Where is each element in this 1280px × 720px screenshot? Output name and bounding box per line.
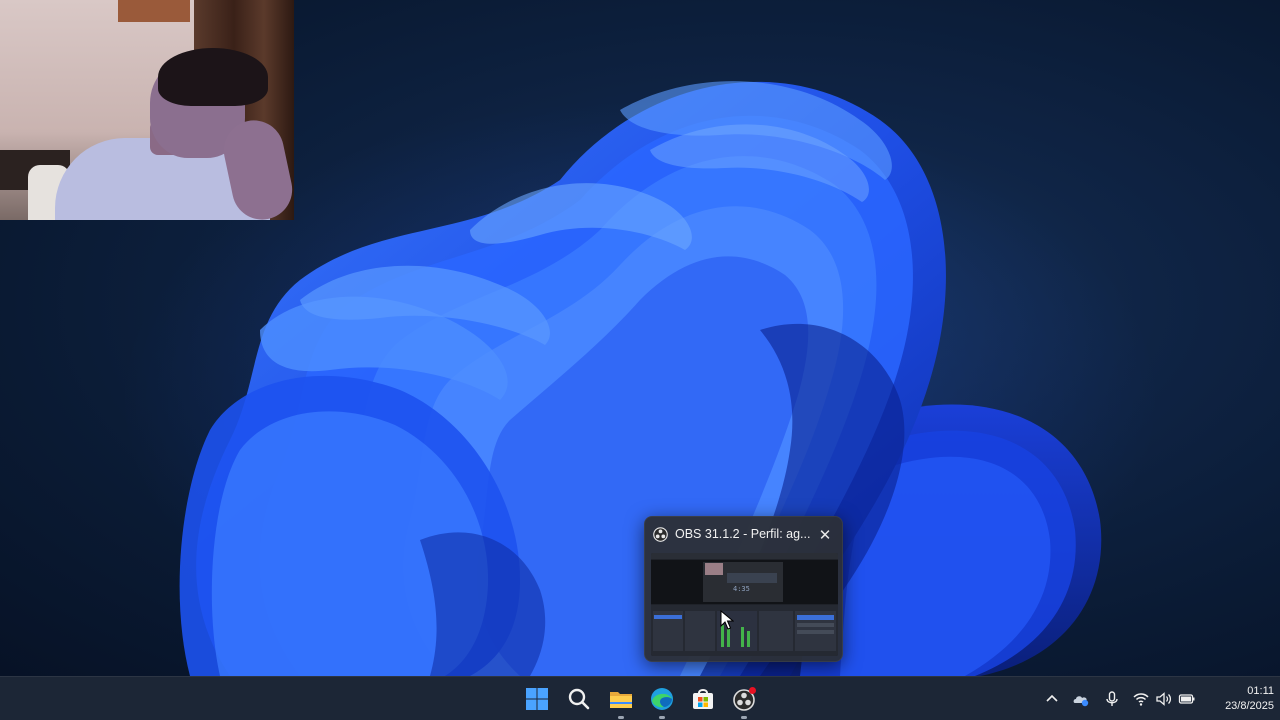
- folder-icon[interactable]: [607, 685, 635, 713]
- clock-time: 01:11: [1247, 685, 1274, 697]
- obs-running-indicator: [741, 716, 747, 719]
- preview-scene-bar: [727, 573, 777, 583]
- preview-menubar: [651, 553, 838, 559]
- preview-control-active: [797, 615, 834, 620]
- mouse-cursor-icon: [720, 610, 734, 630]
- preview-counter-text: 4:35: [733, 585, 750, 593]
- desktop[interactable]: OBS 31.1.2 - Perfil: ag... ✕ 4:35: [0, 0, 1280, 676]
- preview-dock-transitions: [759, 611, 793, 651]
- battery-icon[interactable]: [1178, 690, 1196, 708]
- preview-scene-selected: [654, 615, 682, 619]
- webcam-overlay: [0, 0, 294, 220]
- thumbnail-title-row[interactable]: OBS 31.1.2 - Perfil: ag... ✕: [645, 517, 844, 553]
- edge-running-indicator: [659, 716, 665, 719]
- thumbnail-window-title: OBS 31.1.2 - Perfil: ag...: [675, 527, 811, 541]
- preview-control-2: [797, 623, 834, 627]
- preview-control-3: [797, 630, 834, 634]
- taskbar-thumbnail-preview[interactable]: OBS 31.1.2 - Perfil: ag... ✕ 4:35: [644, 516, 843, 662]
- onedrive-icon[interactable]: [1072, 690, 1090, 708]
- edge-icon[interactable]: [648, 685, 676, 713]
- chevron-up-icon[interactable]: [1043, 690, 1061, 708]
- file-explorer-running-indicator: [618, 716, 624, 719]
- preview-meter-3: [741, 627, 744, 647]
- preview-meter-2: [727, 629, 730, 647]
- obs-icon: [653, 527, 668, 542]
- preview-webcam-tile: [705, 563, 723, 575]
- search-icon[interactable]: [565, 685, 593, 713]
- windows-logo-icon[interactable]: [523, 685, 551, 713]
- store-icon[interactable]: [689, 685, 717, 713]
- taskbar: 01:11 23/8/2025: [0, 676, 1280, 720]
- preview-meter-4: [747, 631, 750, 647]
- preview-dock-sources: [685, 611, 715, 651]
- obs-icon[interactable]: [730, 685, 758, 713]
- taskbar-clock[interactable]: 01:11 23/8/2025: [1204, 684, 1274, 714]
- wifi-icon[interactable]: [1132, 690, 1150, 708]
- microphone-icon[interactable]: [1103, 690, 1121, 708]
- volume-icon[interactable]: [1155, 690, 1173, 708]
- webcam-person-hair: [158, 48, 268, 106]
- thumbnail-close-button[interactable]: ✕: [815, 525, 835, 545]
- clock-date: 23/8/2025: [1225, 700, 1274, 712]
- thumbnail-window-preview[interactable]: 4:35: [651, 553, 838, 656]
- webcam-bg-frame: [118, 0, 190, 22]
